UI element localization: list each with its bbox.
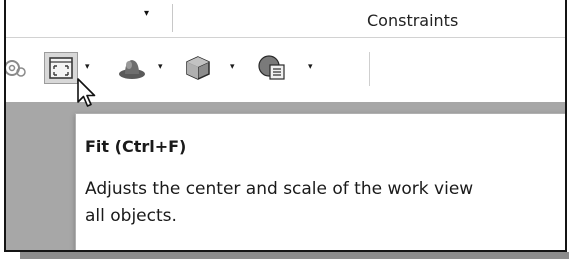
- display-style-icon: [119, 60, 145, 79]
- hide-show-icon: [258, 55, 285, 80]
- display-dropdown-caret-icon[interactable]: ▾: [158, 62, 163, 72]
- fit-button[interactable]: [44, 52, 78, 84]
- dropdown-caret-icon[interactable]: ▾: [144, 8, 149, 19]
- tooltip-title: Fit (Ctrl+F): [85, 137, 187, 156]
- gear-icon: [6, 60, 26, 77]
- app-window: ▾ Constraints ▾ ▾ ▾ ▾ Fit (Ctrl+F) Adjus…: [4, 0, 567, 252]
- tooltip-description-line: Adjusts the center and scale of the work…: [85, 179, 474, 199]
- toolbar-separator: [369, 52, 370, 86]
- ribbon-tab-bar: ▾ Constraints: [6, 0, 565, 38]
- mouse-cursor-icon: [77, 78, 96, 107]
- frame-shadow: [20, 252, 569, 259]
- display-style-button[interactable]: [116, 52, 148, 84]
- view-dropdown-caret-icon[interactable]: ▾: [230, 62, 235, 72]
- tooltip-description: Adjusts the center and scale of the work…: [85, 176, 565, 230]
- tab-constraints[interactable]: Constraints: [367, 11, 458, 30]
- tooltip-description-line: all objects.: [85, 206, 177, 226]
- fit-dropdown-caret-icon[interactable]: ▾: [85, 62, 90, 72]
- view-orientation-button[interactable]: [182, 52, 214, 84]
- tooltip: Fit (Ctrl+F) Adjusts the center and scal…: [75, 113, 565, 250]
- settings-button[interactable]: [6, 52, 28, 84]
- cube-icon: [186, 56, 210, 80]
- hide-dropdown-caret-icon[interactable]: ▾: [308, 62, 313, 72]
- fit-view-icon: [49, 57, 73, 79]
- divider: [172, 4, 173, 32]
- hide-show-button[interactable]: [256, 52, 288, 84]
